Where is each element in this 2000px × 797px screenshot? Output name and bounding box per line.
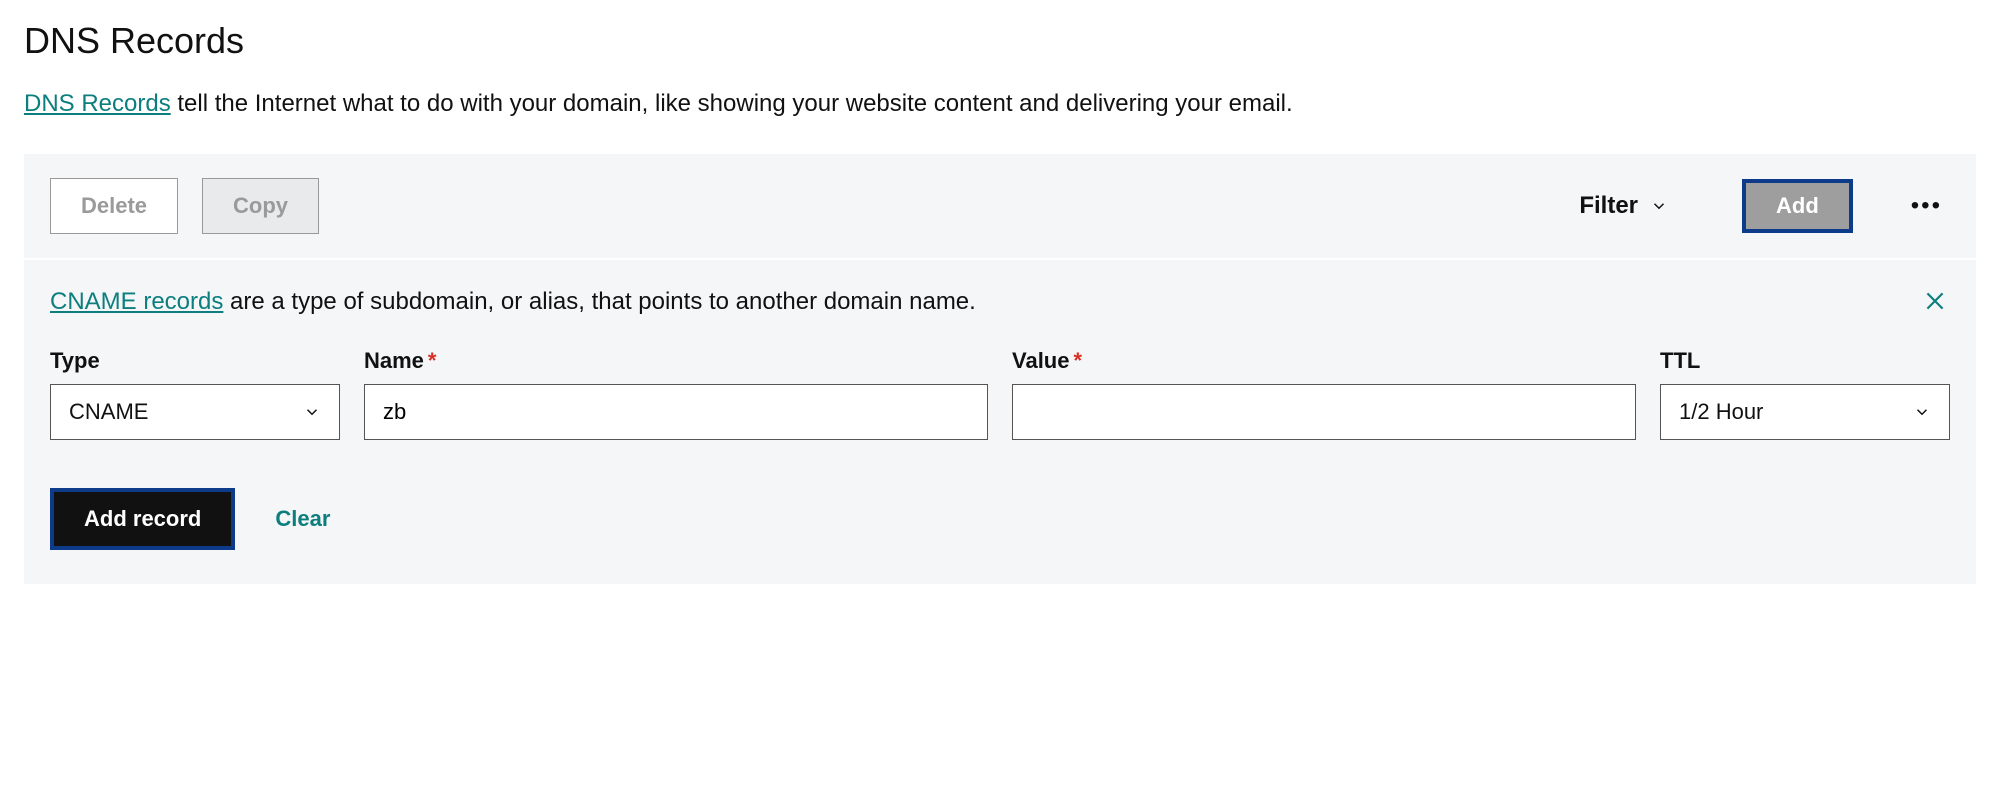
value-input[interactable] [1012, 384, 1636, 440]
ttl-label: TTL [1660, 348, 1950, 374]
form-description-suffix: are a type of subdomain, or alias, that … [223, 288, 975, 315]
delete-button[interactable]: Delete [50, 178, 178, 234]
type-select[interactable]: CNAME [50, 384, 340, 440]
filter-label: Filter [1579, 192, 1638, 220]
add-record-form: CNAME records are a type of subdomain, o… [24, 258, 1976, 584]
chevron-down-icon [1650, 197, 1668, 215]
cname-records-link[interactable]: CNAME records [50, 288, 223, 315]
filter-button[interactable]: Filter [1569, 184, 1678, 228]
name-label: Name* [364, 348, 988, 374]
ttl-select-value: 1/2 Hour [1679, 399, 1763, 425]
dns-records-link[interactable]: DNS Records [24, 90, 171, 117]
page-title: DNS Records [24, 20, 1976, 62]
form-description: CNAME records are a type of subdomain, o… [50, 288, 1950, 316]
more-button[interactable]: ••• [1903, 188, 1950, 224]
close-icon [1922, 288, 1948, 314]
required-indicator: * [428, 348, 437, 373]
chevron-down-icon [303, 403, 321, 421]
close-button[interactable] [1918, 284, 1952, 321]
value-label-text: Value [1012, 348, 1069, 373]
add-record-button[interactable]: Add record [50, 488, 235, 550]
copy-button[interactable]: Copy [202, 178, 319, 234]
name-input[interactable] [364, 384, 988, 440]
required-indicator: * [1073, 348, 1082, 373]
form-row: Type CNAME Name* Value* TTL [50, 348, 1950, 440]
type-label: Type [50, 348, 340, 374]
intro-suffix: tell the Internet what to do with your d… [171, 90, 1293, 117]
field-name: Name* [364, 348, 988, 440]
add-button[interactable]: Add [1742, 179, 1853, 233]
field-type: Type CNAME [50, 348, 340, 440]
name-label-text: Name [364, 348, 424, 373]
field-value: Value* [1012, 348, 1636, 440]
clear-button[interactable]: Clear [275, 506, 330, 532]
type-select-value: CNAME [69, 399, 148, 425]
records-panel: Delete Copy Filter Add ••• CNAME records… [24, 154, 1976, 584]
ttl-select[interactable]: 1/2 Hour [1660, 384, 1950, 440]
intro-text: DNS Records tell the Internet what to do… [24, 90, 1976, 118]
field-ttl: TTL 1/2 Hour [1660, 348, 1950, 440]
chevron-down-icon [1913, 403, 1931, 421]
form-actions: Add record Clear [50, 488, 1950, 550]
value-label: Value* [1012, 348, 1636, 374]
toolbar: Delete Copy Filter Add ••• [24, 154, 1976, 258]
